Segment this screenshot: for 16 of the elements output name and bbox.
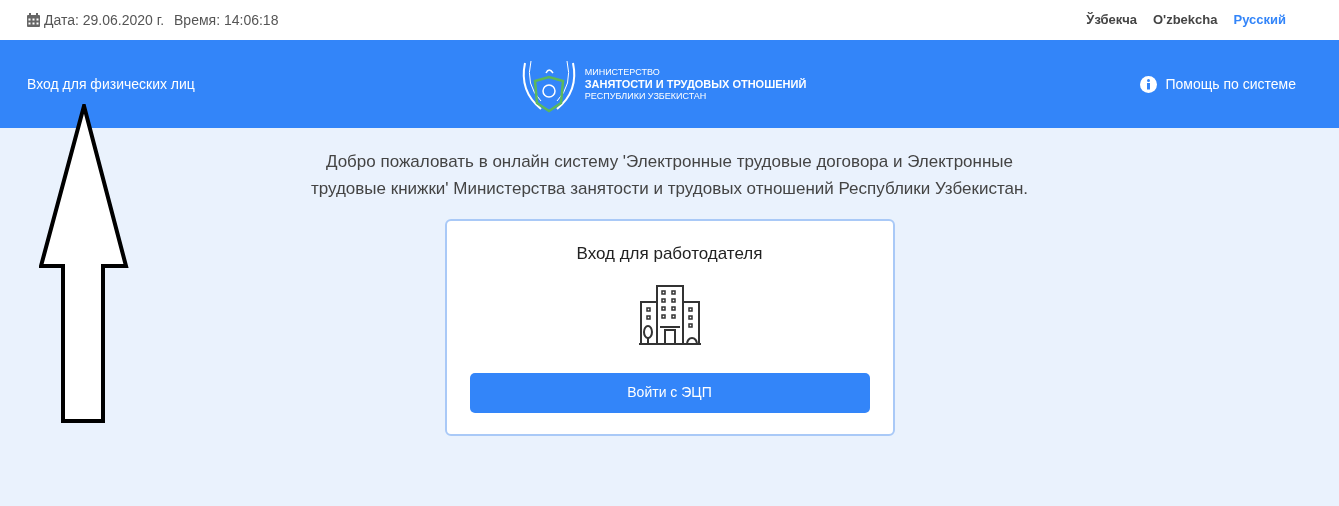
- info-icon: [1139, 75, 1157, 93]
- building-icon: [638, 283, 701, 346]
- language-link[interactable]: Русский: [1233, 10, 1286, 30]
- individual-login-link[interactable]: Вход для физических лиц: [27, 73, 327, 95]
- language-link[interactable]: O'zbekcha: [1152, 10, 1218, 30]
- welcome-text: Добро пожаловать в онлайн систему 'Электронные трудовые договора и Электронные трудовые книжки' Министерства занятости и трудовых отношений Республики Узбекистан.: [309, 151, 1030, 200]
- digital-signature-login-button[interactable]: Войти с ЭЦП: [469, 372, 870, 413]
- language-link[interactable]: Ўзбекча: [1086, 10, 1137, 30]
- logo-text: РЕСПУБЛИКИ УЗБЕКИСТАН: [584, 90, 708, 102]
- help-link[interactable]: Помощь по системе: [996, 73, 1296, 95]
- date-text: Дата: 29.06.2020 г.: [44, 10, 165, 30]
- time-text: Время: 14:06:18: [174, 10, 279, 30]
- calendar-icon: [27, 13, 40, 27]
- logo-text: МИНИСТЕРСТВО: [584, 66, 661, 78]
- logo-text: ЗАНЯТОСТИ И ТРУДОВЫХ ОТНОШЕНИЙ: [584, 78, 807, 90]
- card-title: Вход для работодателя: [576, 243, 763, 265]
